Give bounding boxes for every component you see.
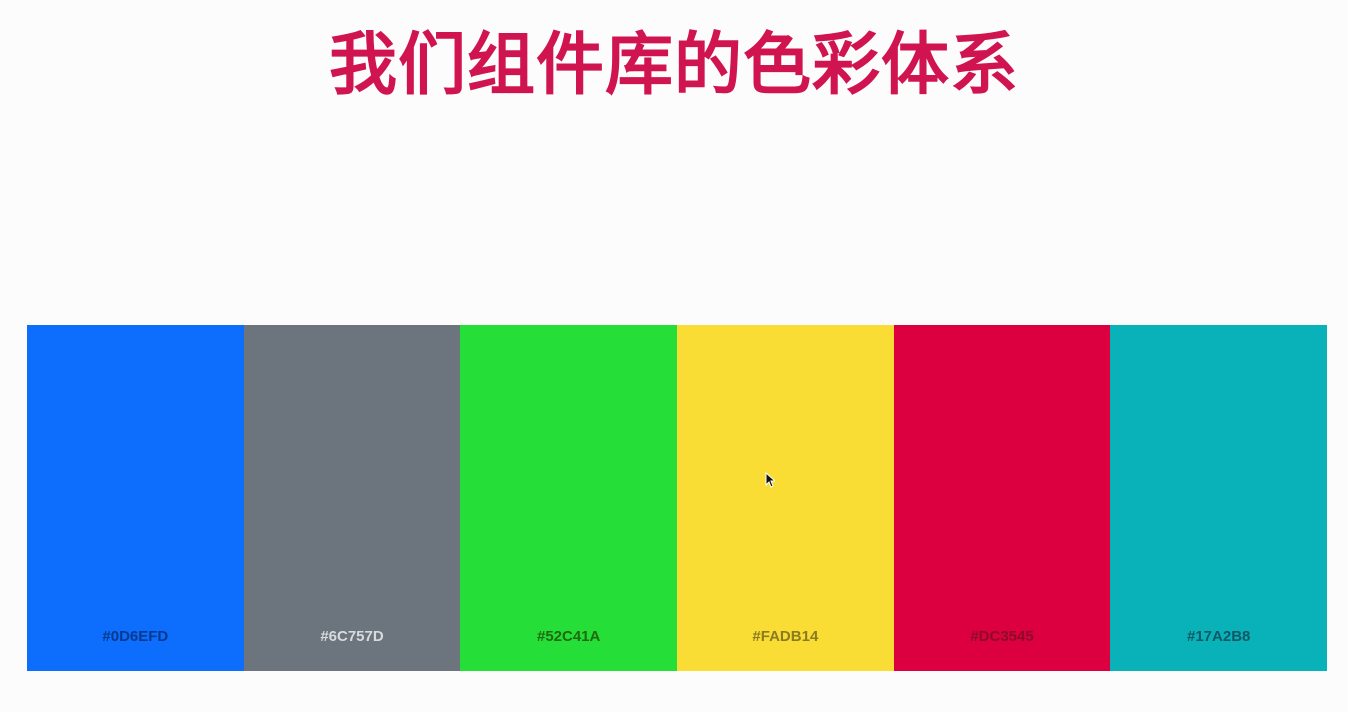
swatch-hex-label: #52C41A: [536, 628, 601, 645]
swatch-hex-label: #17A2B8: [1187, 628, 1251, 645]
slide: 我们组件库的色彩体系 #0D6EFD #6C757D #52C41A #FADB…: [0, 0, 1348, 712]
page-title: 我们组件库的色彩体系: [328, 26, 1019, 105]
swatch-hex-label: #DC3545: [970, 628, 1034, 645]
swatch-success: #52C41A: [460, 325, 678, 671]
swatch-danger: #DC3545: [893, 325, 1111, 671]
swatch-hex-label: #0D6EFD: [102, 628, 169, 645]
swatch-warning: #FADB14: [677, 325, 894, 671]
mouse-pointer-icon: [765, 472, 775, 488]
swatch-secondary: #6C757D: [243, 325, 461, 671]
swatch-primary: #0D6EFD: [27, 325, 244, 671]
swatch-info: #17A2B8: [1110, 325, 1328, 671]
swatch-hex-label: #6C757D: [320, 628, 384, 645]
color-palette: #0D6EFD #6C757D #52C41A #FADB14 #DC3545 …: [27, 325, 1328, 671]
swatch-hex-label: #FADB14: [752, 628, 819, 645]
